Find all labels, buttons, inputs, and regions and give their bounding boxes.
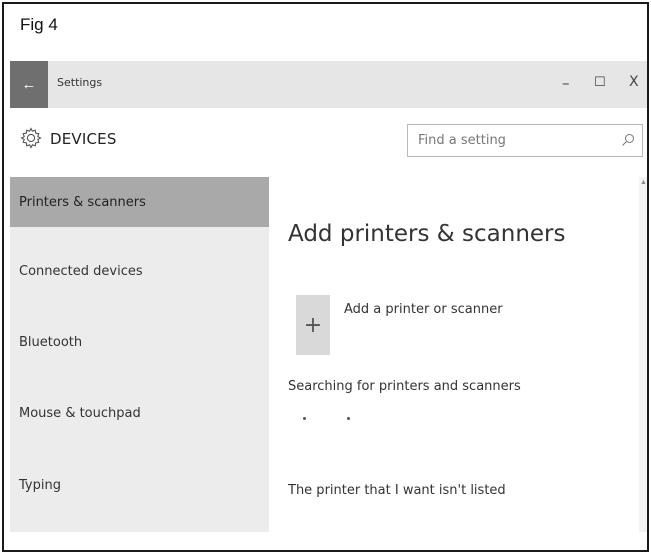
maximize-button[interactable]: ☐	[594, 75, 606, 90]
figure-frame: Fig 4 ← Settings – ☐ X DEVICES Find a se…	[2, 2, 649, 552]
back-button[interactable]: ←	[10, 61, 48, 108]
back-arrow-icon: ←	[21, 76, 37, 93]
sidebar-item-label: Typing	[19, 477, 61, 493]
settings-window: ← Settings – ☐ X DEVICES Find a setting …	[10, 61, 647, 532]
gear-icon	[20, 127, 42, 149]
sidebar-item-label: Mouse & touchpad	[19, 405, 141, 421]
sidebar-item-connected-devices[interactable]: Connected devices	[10, 246, 269, 296]
progress-dot	[347, 417, 350, 420]
search-icon[interactable]	[621, 133, 635, 147]
progress-dot	[303, 417, 306, 420]
sidebar-item-bluetooth[interactable]: Bluetooth	[10, 317, 269, 367]
sidebar-item-typing[interactable]: Typing	[10, 460, 269, 510]
plus-icon: +	[303, 312, 323, 338]
sidebar-item-printers-scanners[interactable]: Printers & scanners	[10, 177, 269, 227]
add-printer-button[interactable]: +	[296, 295, 330, 355]
section-title: Add printers & scanners	[288, 221, 566, 247]
scroll-up-icon[interactable]: ▲	[640, 179, 647, 186]
scrollbar[interactable]: ▲	[639, 177, 647, 532]
page-title: DEVICES	[50, 130, 117, 148]
page-header: DEVICES	[10, 108, 647, 177]
sidebar-item-label: Bluetooth	[19, 334, 83, 350]
sidebar: Printers & scanners Connected devices Bl…	[10, 177, 269, 532]
search-input[interactable]	[408, 125, 608, 156]
window-title: Settings	[57, 76, 103, 89]
minimize-button[interactable]: –	[562, 74, 570, 92]
main-content: Add printers & scanners + Add a printer …	[269, 177, 647, 532]
add-printer-label[interactable]: Add a printer or scanner	[344, 302, 503, 317]
search-box[interactable]	[407, 124, 643, 157]
searching-status: Searching for printers and scanners	[288, 379, 521, 394]
sidebar-item-label: Printers & scanners	[19, 194, 146, 210]
sidebar-item-label: Connected devices	[19, 263, 143, 279]
sidebar-item-mouse-touchpad[interactable]: Mouse & touchpad	[10, 388, 269, 438]
figure-label: Fig 4	[20, 15, 58, 34]
close-button[interactable]: X	[629, 74, 639, 90]
printer-not-listed-link[interactable]: The printer that I want isn't listed	[288, 483, 506, 498]
title-bar: ← Settings – ☐ X	[10, 61, 647, 108]
